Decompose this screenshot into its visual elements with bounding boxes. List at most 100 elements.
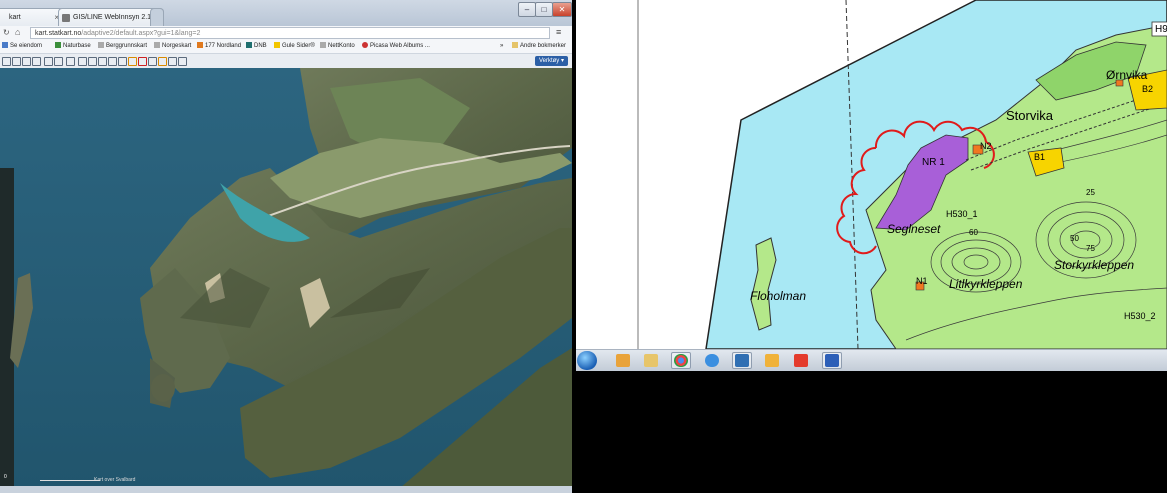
scale-line	[40, 480, 100, 481]
label-ornvika: Ørnvika	[1106, 68, 1148, 82]
marker-icon[interactable]	[128, 57, 137, 66]
media-player-icon	[616, 354, 630, 367]
label-n1: N1	[916, 276, 928, 286]
taskbar-outlook[interactable]	[762, 352, 782, 369]
taskbar-file-explorer[interactable]	[641, 352, 661, 369]
bookmarks-overflow-button[interactable]: »	[500, 40, 503, 53]
bookmark-icon	[2, 42, 8, 48]
zoom-extent-icon[interactable]	[22, 57, 31, 66]
bookmark-icon	[246, 42, 252, 48]
browser-window: kart × GIS/LINE WebInnsyn 2.1.8 × – □ ✕ …	[0, 0, 572, 493]
scale-caption: Kart over Svalbard	[94, 477, 136, 483]
empty-screen-area	[576, 371, 1167, 493]
label-floholman: Floholman	[750, 289, 807, 303]
bookmark-dnb[interactable]: DNB	[246, 40, 267, 53]
zoning-plan-view[interactable]: H9 Ørnvika B2 Storvika NR 1 N2 B1 H530_1…	[576, 0, 1167, 349]
minimize-button[interactable]: –	[518, 2, 536, 17]
bookmark-se-eiendom[interactable]: Se eiendom	[2, 40, 42, 53]
label-litlkyrkleppen: Litlkyrkleppen	[949, 277, 1023, 291]
windows-taskbar	[576, 349, 1167, 371]
tab-gisline[interactable]: GIS/LINE WebInnsyn 2.1.8 ×	[58, 8, 164, 27]
reload-icon[interactable]: ↻	[3, 28, 10, 37]
bookmark-map-icon[interactable]	[158, 57, 167, 66]
profile-icon[interactable]	[178, 57, 187, 66]
bookmark-naturbase[interactable]: Naturbase	[55, 40, 91, 53]
zoom-out-icon[interactable]	[12, 57, 21, 66]
label-n2: N2	[980, 141, 992, 151]
browser-status-bar	[0, 486, 572, 493]
pan-icon[interactable]	[32, 57, 41, 66]
start-button[interactable]	[577, 351, 597, 370]
label-storkyrkleppen: Storkyrkleppen	[1054, 258, 1135, 272]
select-icon[interactable]	[78, 57, 87, 66]
bookmark-icon	[362, 42, 368, 48]
bookmark-icon	[154, 42, 160, 48]
bookmark-icon	[55, 42, 61, 48]
favicon-icon	[62, 14, 70, 22]
contour-label-75: 75	[1086, 244, 1095, 253]
word-icon	[825, 354, 839, 367]
measure-icon[interactable]	[44, 57, 53, 66]
bookmark-icon	[197, 42, 203, 48]
info-icon[interactable]	[66, 57, 75, 66]
tab-kart[interactable]: kart ×	[0, 8, 64, 27]
bookmark-berggrunnskart[interactable]: Berggrunnskart	[98, 40, 147, 53]
map-toolbar	[0, 54, 572, 69]
taskbar-internet-explorer[interactable]	[702, 352, 722, 369]
bookmark-norgeskart[interactable]: Norgeskart	[154, 40, 191, 53]
draw-area-icon[interactable]	[98, 57, 107, 66]
bookmark-nettkonto[interactable]: NettKonto	[320, 40, 355, 53]
bookmark-icon	[274, 42, 280, 48]
contour-label-50: 50	[1070, 234, 1079, 243]
close-button[interactable]: ✕	[552, 2, 572, 17]
scale-zero-label: 0	[4, 474, 7, 480]
bookmark-other-folder[interactable]: Andre bokmerker	[512, 40, 566, 53]
zoning-plan-map	[576, 0, 1167, 349]
bookmark-picasa[interactable]: Picasa Web Albums ...	[362, 40, 430, 53]
outlook-icon	[765, 354, 779, 367]
zoom-in-icon[interactable]	[2, 57, 11, 66]
file-explorer-icon	[644, 354, 658, 367]
taskbar-gis-app[interactable]	[732, 352, 752, 369]
delete-icon[interactable]	[138, 57, 147, 66]
bookmark-177-nordland[interactable]: 177 Nordland	[197, 40, 241, 53]
bookmark-gule-sider[interactable]: Gule Sider®	[274, 40, 315, 53]
label-b2: B2	[1142, 84, 1154, 94]
label-storvika: Storvika	[1006, 108, 1053, 123]
verktoy-button[interactable]: Verktøy ▾	[534, 56, 568, 66]
address-bar[interactable]: kart.statkart.no/adaptive2/default.aspx?…	[30, 27, 550, 39]
new-tab-button[interactable]	[150, 8, 164, 27]
address-host: kart.statkart.no	[35, 30, 82, 37]
bookmarks-bar: Se eiendom Naturbase Berggrunnskart Norg…	[0, 40, 572, 54]
taskbar-word[interactable]	[822, 352, 842, 369]
maximize-button[interactable]: □	[535, 2, 553, 17]
layers-icon[interactable]	[148, 57, 157, 66]
gis-app-icon	[735, 354, 749, 367]
aerial-map-canvas[interactable]	[0, 68, 572, 488]
tab-label: kart	[9, 14, 21, 21]
taskbar-chrome[interactable]	[671, 352, 691, 369]
label-seglneset: Seglneset	[887, 222, 941, 236]
internet-explorer-icon	[705, 354, 719, 367]
taskbar-pdf-reader[interactable]	[791, 352, 811, 369]
label-b1: B1	[1034, 152, 1046, 162]
contour-label-60: 60	[969, 228, 978, 237]
aerial-imagery	[0, 68, 572, 488]
draw-line-icon[interactable]	[88, 57, 97, 66]
chrome-icon	[674, 354, 688, 367]
bookmark-icon	[98, 42, 104, 48]
print-icon[interactable]	[54, 57, 63, 66]
bookmark-icon	[320, 42, 326, 48]
pdf-reader-icon	[794, 354, 808, 367]
label-h530-2: H530_2	[1124, 311, 1156, 321]
home-icon[interactable]: ⌂	[15, 27, 20, 37]
rectangle-icon[interactable]	[108, 57, 117, 66]
taskbar-media-player[interactable]	[613, 352, 633, 369]
label-h9: H9	[1155, 24, 1167, 35]
share-icon[interactable]	[168, 57, 177, 66]
label-nr1: NR 1	[922, 157, 945, 168]
tab-label: GIS/LINE WebInnsyn 2.1.8	[73, 14, 157, 21]
text-icon[interactable]	[118, 57, 127, 66]
menu-icon[interactable]: ≡	[556, 27, 561, 37]
folder-icon	[512, 42, 518, 48]
